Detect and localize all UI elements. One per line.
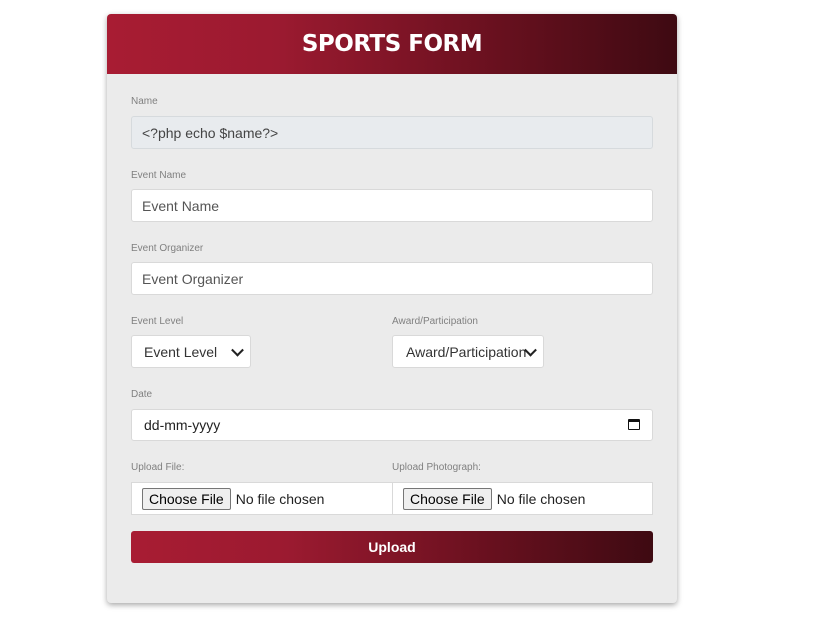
upload-photo-input[interactable]: Choose File No file chosen [392,482,653,515]
event-level-label: Event Level [131,316,184,327]
upload-file-input[interactable]: Choose File No file chosen [131,482,393,515]
event-name-placeholder: Event Name [142,197,220,214]
award-selected: Award/Participation [406,343,527,360]
event-organizer-label: Event Organizer [131,243,204,254]
event-level-select[interactable]: Event Level [131,335,251,368]
form-title: SPORTS FORM [301,31,483,57]
form-header: SPORTS FORM [107,14,677,74]
name-value: <?php echo $name?> [142,124,279,141]
date-placeholder: dd-mm-yyyy [144,417,221,433]
name-label: Name [131,96,158,107]
event-name-input[interactable]: Event Name [131,189,653,222]
upload-file-label: Upload File: [131,462,185,473]
award-select[interactable]: Award/Participation [392,335,544,368]
event-organizer-placeholder: Event Organizer [142,270,244,287]
event-organizer-input[interactable]: Event Organizer [131,262,653,295]
upload-file-status: No file chosen [235,490,325,507]
name-field[interactable]: <?php echo $name?> [131,116,653,149]
choose-file-button[interactable]: Choose File [142,487,231,510]
upload-photo-status: No file chosen [496,490,586,507]
event-level-selected: Event Level [144,343,218,360]
upload-photo-label: Upload Photograph: [392,462,481,473]
date-label: Date [131,389,153,400]
event-name-label: Event Name [131,170,187,181]
upload-button[interactable]: Upload [131,531,653,563]
calendar-icon[interactable] [628,419,640,430]
choose-photo-button[interactable]: Choose File [403,487,492,510]
sports-form-card: SPORTS FORM Name <?php echo $name?> Even… [107,14,677,603]
date-input[interactable]: dd-mm-yyyy [131,409,653,441]
award-label: Award/Participation [392,316,478,327]
chevron-down-icon [231,343,244,357]
